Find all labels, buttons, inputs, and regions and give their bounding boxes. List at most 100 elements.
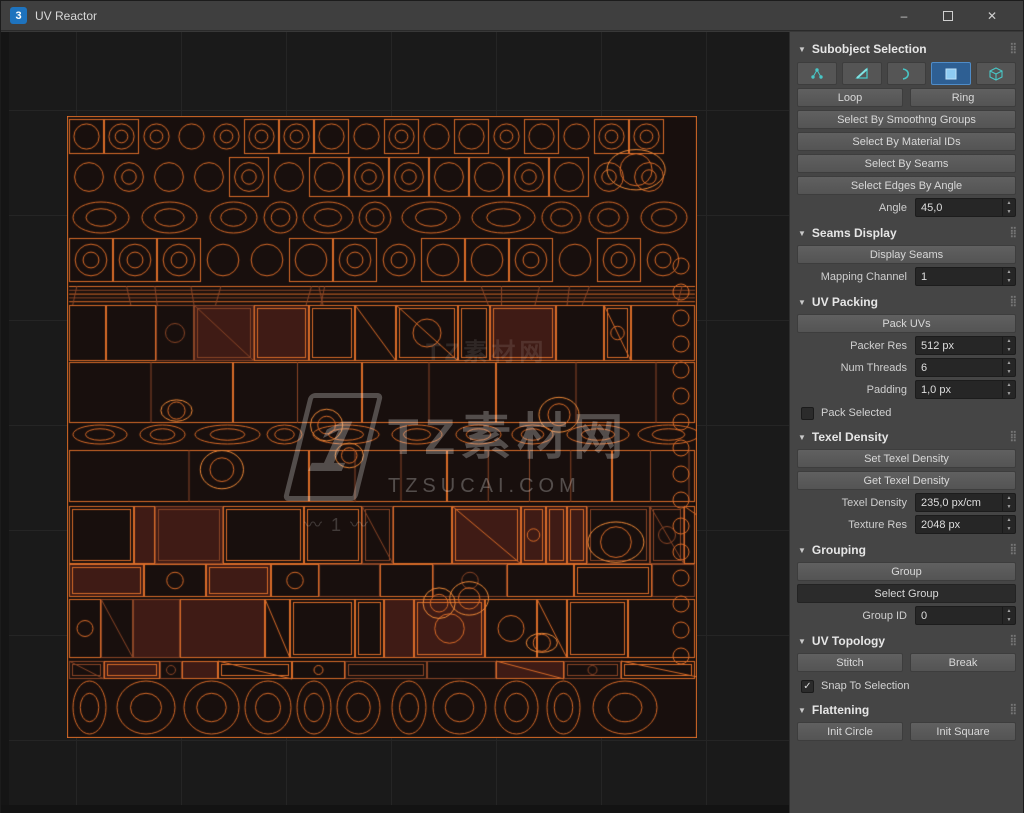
num-threads-label: Num Threads xyxy=(797,362,915,374)
texel-density-value[interactable]: 235,0 px/cm xyxy=(916,494,1002,511)
section-title: Seams Display xyxy=(812,226,897,240)
polygon-mode-button[interactable] xyxy=(931,62,971,85)
collapse-arrow-icon[interactable]: ▼ xyxy=(798,433,806,442)
padding-field: 1,0 px ▲ ▼ xyxy=(915,380,1016,399)
spinner-up-icon[interactable]: ▲ xyxy=(1003,516,1015,525)
init-circle-button[interactable]: Init Circle xyxy=(797,722,903,741)
spinner-up-icon[interactable]: ▲ xyxy=(1003,607,1015,616)
collapse-arrow-icon[interactable]: ▼ xyxy=(798,706,806,715)
border-mode-button[interactable] xyxy=(887,62,927,85)
app-icon: 3 xyxy=(10,7,27,24)
spinner-down-icon[interactable]: ▼ xyxy=(1003,346,1015,355)
maximize-icon xyxy=(943,11,953,21)
window-controls: – ✕ xyxy=(882,1,1014,31)
spinner-down-icon[interactable]: ▼ xyxy=(1003,525,1015,534)
title-bar[interactable]: 3 UV Reactor – ✕ xyxy=(1,1,1023,31)
section-header-grouping[interactable]: ▼ Grouping ⣿ xyxy=(796,541,1017,559)
packer-res-value[interactable]: 512 px xyxy=(916,337,1002,354)
collapse-arrow-icon[interactable]: ▼ xyxy=(798,45,806,54)
element-mode-button[interactable] xyxy=(976,62,1016,85)
section-header-flattening[interactable]: ▼ Flattening ⣿ xyxy=(796,701,1017,719)
window-title: UV Reactor xyxy=(35,9,97,23)
spinner-down-icon[interactable]: ▼ xyxy=(1003,390,1015,399)
spinner-up-icon[interactable]: ▲ xyxy=(1003,268,1015,277)
uv-viewport[interactable]: TZ素材网 1 TZ素材网 TZSUCAI.COM 〰 1 〰 xyxy=(1,32,790,813)
section-title: UV Topology xyxy=(812,634,885,648)
texture-res-spinner: ▲ ▼ xyxy=(1002,516,1015,533)
collapse-arrow-icon[interactable]: ▼ xyxy=(798,229,806,238)
collapse-arrow-icon[interactable]: ▼ xyxy=(798,637,806,646)
spinner-up-icon[interactable]: ▲ xyxy=(1003,199,1015,208)
spinner-up-icon[interactable]: ▲ xyxy=(1003,337,1015,346)
ring-button[interactable]: Ring xyxy=(910,88,1016,107)
maximize-button[interactable] xyxy=(926,1,970,31)
section-header-topology[interactable]: ▼ UV Topology ⣿ xyxy=(796,632,1017,650)
section-title: Subobject Selection xyxy=(812,42,927,56)
border-icon xyxy=(898,66,914,82)
spinner-down-icon[interactable]: ▼ xyxy=(1003,277,1015,286)
mapping-channel-value[interactable]: 1 xyxy=(916,268,1002,285)
spinner-down-icon[interactable]: ▼ xyxy=(1003,208,1015,217)
get-texel-density-button[interactable]: Get Texel Density xyxy=(797,471,1016,490)
spinner-down-icon[interactable]: ▼ xyxy=(1003,368,1015,377)
angle-value[interactable]: 45,0 xyxy=(916,199,1002,216)
loop-button[interactable]: Loop xyxy=(797,88,903,107)
texture-res-field: 2048 px ▲ ▼ xyxy=(915,515,1016,534)
collapse-arrow-icon[interactable]: ▼ xyxy=(798,298,806,307)
section-grip-icon: ⣿ xyxy=(1010,705,1017,715)
texture-res-value[interactable]: 2048 px xyxy=(916,516,1002,533)
snap-to-selection-label: Snap To Selection xyxy=(821,680,909,692)
pack-selected-checkbox[interactable] xyxy=(801,407,814,420)
minimize-button[interactable]: – xyxy=(882,1,926,31)
mapping-channel-field: 1 ▲ ▼ xyxy=(915,267,1016,286)
section-grip-icon: ⣿ xyxy=(1010,44,1017,54)
spinner-down-icon[interactable]: ▼ xyxy=(1003,503,1015,512)
spinner-down-icon[interactable]: ▼ xyxy=(1003,616,1015,625)
init-square-button[interactable]: Init Square xyxy=(910,722,1016,741)
section-grip-icon: ⣿ xyxy=(1010,297,1017,307)
padding-value[interactable]: 1,0 px xyxy=(916,381,1002,398)
edge-mode-button[interactable] xyxy=(842,62,882,85)
close-button[interactable]: ✕ xyxy=(970,1,1014,31)
select-by-seams-button[interactable]: Select By Seams xyxy=(797,154,1016,173)
num-threads-field: 6 ▲ ▼ xyxy=(915,358,1016,377)
edge-icon xyxy=(854,66,870,82)
angle-label: Angle xyxy=(797,202,915,214)
element-icon xyxy=(988,66,1004,82)
section-header-packing[interactable]: ▼ UV Packing ⣿ xyxy=(796,293,1017,311)
uv-wireframe-canvas[interactable] xyxy=(67,116,697,738)
angle-spinner: ▲ ▼ xyxy=(1002,199,1015,216)
uv-reactor-window: 3 UV Reactor – ✕ TZ素材网 1 TZ素材网 TZSUCAI.C… xyxy=(0,0,1024,813)
select-edges-by-angle-button[interactable]: Select Edges By Angle xyxy=(797,176,1016,195)
section-header-texel[interactable]: ▼ Texel Density ⣿ xyxy=(796,428,1017,446)
section-header-seams[interactable]: ▼ Seams Display ⣿ xyxy=(796,224,1017,242)
break-button[interactable]: Break xyxy=(910,653,1016,672)
padding-spinner: ▲ ▼ xyxy=(1002,381,1015,398)
padding-label: Padding xyxy=(797,384,915,396)
section-grip-icon: ⣿ xyxy=(1010,636,1017,646)
pack-uvs-button[interactable]: Pack UVs xyxy=(797,314,1016,333)
snap-to-selection-checkbox[interactable] xyxy=(801,680,814,693)
group-id-value[interactable]: 0 xyxy=(916,607,1002,624)
pack-selected-label: Pack Selected xyxy=(821,407,891,419)
select-by-smoothing-groups-button[interactable]: Select By Smoothng Groups xyxy=(797,110,1016,129)
select-group-button[interactable]: Select Group xyxy=(797,584,1016,603)
select-by-material-ids-button[interactable]: Select By Material IDs xyxy=(797,132,1016,151)
section-grip-icon: ⣿ xyxy=(1010,545,1017,555)
vertex-icon xyxy=(809,66,825,82)
section-header-subobject[interactable]: ▼ Subobject Selection ⣿ xyxy=(796,40,1017,58)
display-seams-button[interactable]: Display Seams xyxy=(797,245,1016,264)
vertex-mode-button[interactable] xyxy=(797,62,837,85)
viewport-bottom-strip xyxy=(1,805,790,813)
spinner-up-icon[interactable]: ▲ xyxy=(1003,494,1015,503)
section-grip-icon: ⣿ xyxy=(1010,432,1017,442)
num-threads-value[interactable]: 6 xyxy=(916,359,1002,376)
spinner-up-icon[interactable]: ▲ xyxy=(1003,359,1015,368)
stitch-button[interactable]: Stitch xyxy=(797,653,903,672)
collapse-arrow-icon[interactable]: ▼ xyxy=(798,546,806,555)
set-texel-density-button[interactable]: Set Texel Density xyxy=(797,449,1016,468)
spinner-up-icon[interactable]: ▲ xyxy=(1003,381,1015,390)
group-id-field: 0 ▲ ▼ xyxy=(915,606,1016,625)
section-grip-icon: ⣿ xyxy=(1010,228,1017,238)
group-button[interactable]: Group xyxy=(797,562,1016,581)
